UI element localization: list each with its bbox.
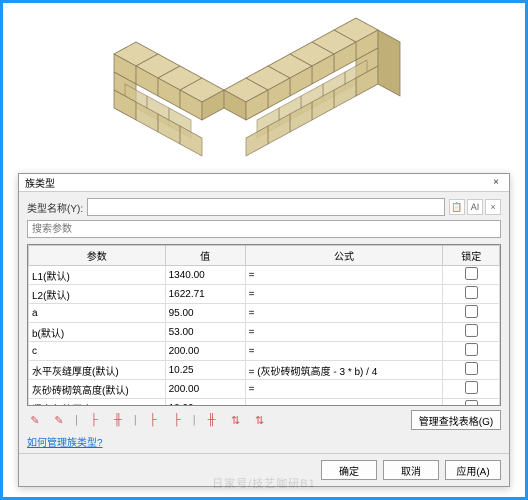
search-input[interactable] xyxy=(27,220,501,238)
table-row[interactable]: a95.00= xyxy=(29,304,500,323)
param-cell[interactable]: c xyxy=(29,342,166,361)
lock-checkbox[interactable] xyxy=(465,362,478,375)
close-icon[interactable]: × xyxy=(489,176,503,190)
col-lock[interactable]: 锁定 xyxy=(443,246,500,266)
rename-type-icon[interactable]: AI xyxy=(467,199,483,215)
lock-cell[interactable] xyxy=(443,380,500,399)
col-value[interactable]: 值 xyxy=(165,246,245,266)
family-types-dialog: 族类型 × 类型名称(Y): 📋 AI × 参数 xyxy=(18,173,510,487)
param-toolbar: ✎ ✎ | ├ ╫ | ├ ├ | ╫ ⇅ ⇅ 管理查找表格(G) xyxy=(27,406,501,434)
manage-lookup-button[interactable]: 管理查找表格(G) xyxy=(411,410,501,430)
formula-cell[interactable]: = xyxy=(245,304,443,323)
formula-cell[interactable]: = xyxy=(245,323,443,342)
formula-cell[interactable]: = xyxy=(245,285,443,304)
lock-checkbox[interactable] xyxy=(465,267,478,280)
lock-cell[interactable] xyxy=(443,342,500,361)
table-row[interactable]: L1(默认)1340.00= xyxy=(29,266,500,285)
value-cell[interactable]: 10.00 xyxy=(165,399,245,407)
lock-cell[interactable] xyxy=(443,323,500,342)
formula-cell[interactable]: = xyxy=(245,380,443,399)
value-cell[interactable]: 200.00 xyxy=(165,342,245,361)
value-cell[interactable]: 10.25 xyxy=(165,361,245,380)
param-cell[interactable]: 水平灰缝厚度(默认) xyxy=(29,361,166,380)
formula-cell[interactable]: = (灰砂砖砌筑高度 - 3 * b) / 4 xyxy=(245,361,443,380)
tool-icon[interactable]: ├ xyxy=(169,412,185,428)
param-cell[interactable]: 竖向灰缝厚度 xyxy=(29,399,166,407)
value-cell[interactable]: 1622.71 xyxy=(165,285,245,304)
formula-cell[interactable]: = xyxy=(245,266,443,285)
table-row[interactable]: 竖向灰缝厚度10.00= xyxy=(29,399,500,407)
delete-type-icon[interactable]: × xyxy=(485,199,501,215)
lock-cell[interactable] xyxy=(443,361,500,380)
dialog-title: 族类型 xyxy=(25,175,55,190)
lock-cell[interactable] xyxy=(443,304,500,323)
lock-cell[interactable] xyxy=(443,266,500,285)
tool-icon[interactable]: ├ xyxy=(86,412,102,428)
formula-cell[interactable]: = xyxy=(245,399,443,407)
param-cell[interactable]: b(默认) xyxy=(29,323,166,342)
value-cell[interactable]: 200.00 xyxy=(165,380,245,399)
tool-icon[interactable]: ✎ xyxy=(51,412,67,428)
tool-icon[interactable]: ╫ xyxy=(204,412,220,428)
param-cell[interactable]: 灰砂砖砌筑高度(默认) xyxy=(29,380,166,399)
param-cell[interactable]: L1(默认) xyxy=(29,266,166,285)
parameter-grid[interactable]: 参数 值 公式 锁定 L1(默认)1340.00=L2(默认)1622.71=a… xyxy=(27,244,501,406)
param-cell[interactable]: a xyxy=(29,304,166,323)
value-cell[interactable]: 1340.00 xyxy=(165,266,245,285)
new-type-icon[interactable]: 📋 xyxy=(449,199,465,215)
tool-icon[interactable]: ✎ xyxy=(27,412,43,428)
apply-button[interactable]: 应用(A) xyxy=(445,460,501,480)
lock-checkbox[interactable] xyxy=(465,324,478,337)
param-cell[interactable]: L2(默认) xyxy=(29,285,166,304)
tool-icon[interactable]: ├ xyxy=(145,412,161,428)
value-cell[interactable]: 95.00 xyxy=(165,304,245,323)
dialog-titlebar: 族类型 × xyxy=(19,174,509,192)
type-name-select[interactable] xyxy=(87,198,445,216)
table-row[interactable]: 灰砂砖砌筑高度(默认)200.00= xyxy=(29,380,500,399)
lock-checkbox[interactable] xyxy=(465,381,478,394)
lock-checkbox[interactable] xyxy=(465,305,478,318)
cancel-button[interactable]: 取消 xyxy=(383,460,439,480)
table-row[interactable]: 水平灰缝厚度(默认)10.25= (灰砂砖砌筑高度 - 3 * b) / 4 xyxy=(29,361,500,380)
tool-icon[interactable]: ╫ xyxy=(110,412,126,428)
lock-checkbox[interactable] xyxy=(465,343,478,356)
tool-icon[interactable]: ⇅ xyxy=(252,412,268,428)
value-cell[interactable]: 53.00 xyxy=(165,323,245,342)
lock-checkbox[interactable] xyxy=(465,286,478,299)
brick-wall-preview xyxy=(3,3,525,170)
wall-svg xyxy=(94,12,434,162)
ok-button[interactable]: 确定 xyxy=(321,460,377,480)
col-formula[interactable]: 公式 xyxy=(245,246,443,266)
tool-icon[interactable]: ⇅ xyxy=(228,412,244,428)
lock-cell[interactable] xyxy=(443,399,500,407)
table-row[interactable]: c200.00= xyxy=(29,342,500,361)
col-param[interactable]: 参数 xyxy=(29,246,166,266)
lock-cell[interactable] xyxy=(443,285,500,304)
help-link[interactable]: 如何管理族类型? xyxy=(27,438,103,449)
formula-cell[interactable]: = xyxy=(245,342,443,361)
type-name-label: 类型名称(Y): xyxy=(27,200,83,215)
table-row[interactable]: L2(默认)1622.71= xyxy=(29,285,500,304)
table-row[interactable]: b(默认)53.00= xyxy=(29,323,500,342)
